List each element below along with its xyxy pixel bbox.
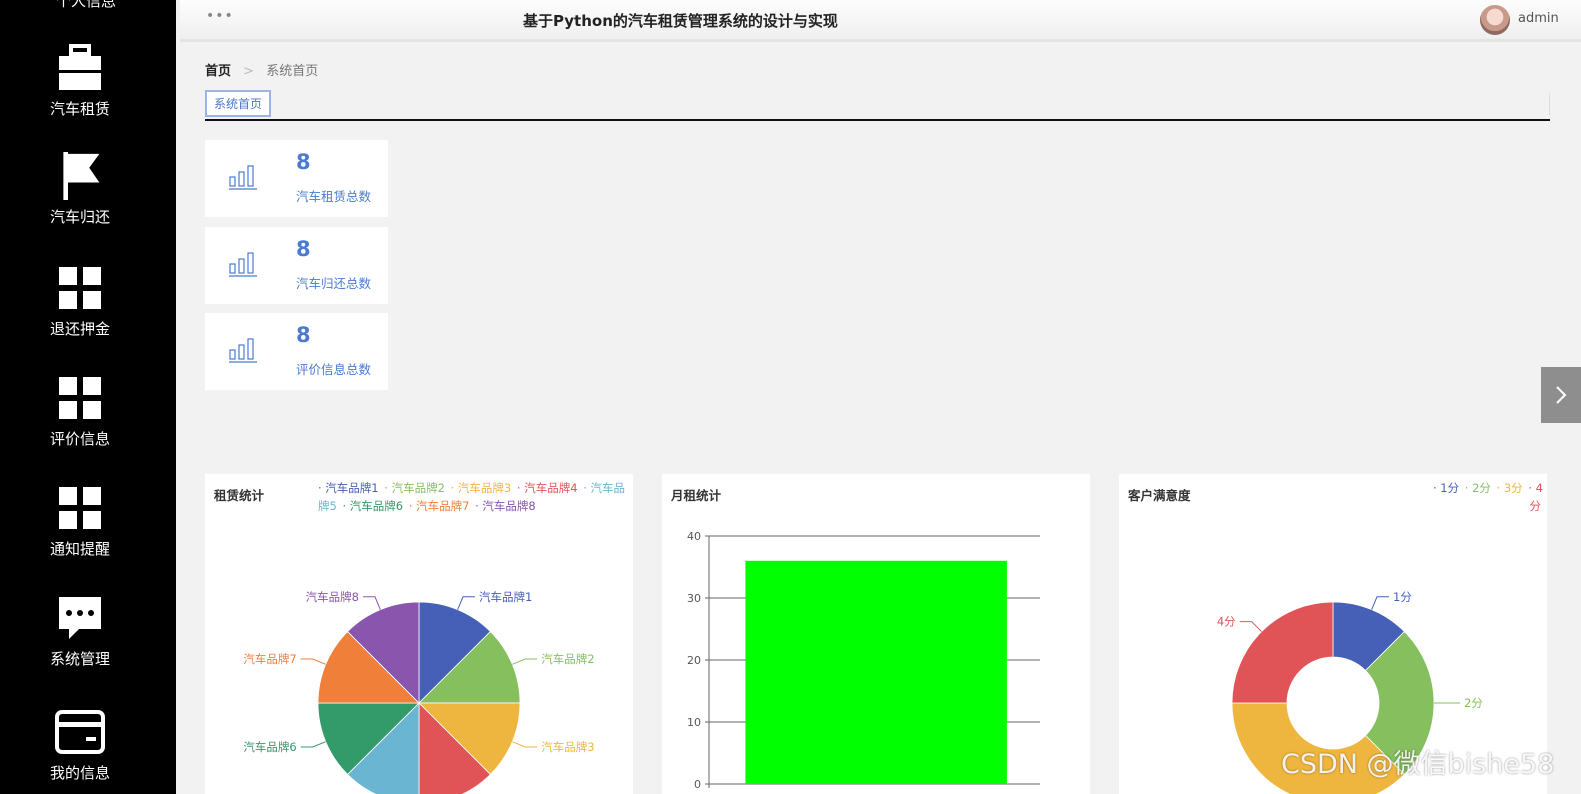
- breadcrumb-current: 系统首页: [266, 64, 319, 79]
- pie-slice: [1231, 601, 1334, 704]
- sidebar-item-label: 我的信息: [49, 764, 110, 782]
- legend-item[interactable]: · 汽车品牌7: [409, 499, 470, 513]
- legend-item[interactable]: · 汽车品牌4: [517, 481, 578, 495]
- pie-label: 汽车品牌3: [541, 740, 594, 754]
- sidebar-item-notifications[interactable]: 通知提醒: [0, 484, 160, 559]
- grid-icon: [59, 487, 101, 529]
- pie-label-line: [457, 596, 476, 610]
- bar-chart-icon: [229, 252, 257, 277]
- pie-label-line: [512, 741, 538, 748]
- pie-label-line: [362, 596, 381, 610]
- bar-chart-icon: [229, 338, 257, 363]
- rental-pie-chart: 汽车品牌1 汽车品牌2 汽车品牌3 汽车品牌6 汽车品牌7 汽车品牌8: [243, 590, 595, 794]
- tab-system-home[interactable]: 系统首页: [205, 90, 272, 117]
- tab-strip: 系统首页: [205, 90, 1550, 121]
- avatar[interactable]: [1480, 5, 1510, 35]
- stat-value: 8: [296, 237, 311, 261]
- sidebar-item-system-admin[interactable]: 系统管理: [0, 594, 160, 669]
- top-header: ••• 基于Python的汽车租赁管理系统的设计与实现 admin: [180, 0, 1581, 42]
- username[interactable]: admin: [1518, 11, 1559, 26]
- pie-label-line: [1371, 596, 1390, 610]
- sidebar-item-label: 汽车归还: [49, 208, 110, 226]
- sidebar-item-label: 系统管理: [49, 650, 110, 668]
- pie-label-line: [300, 658, 326, 665]
- chart-title: 月租统计: [671, 488, 722, 503]
- pie-label: 2分: [1464, 696, 1483, 710]
- sidebar-item-car-return[interactable]: 汽车归还: [0, 152, 160, 227]
- side-panel-toggle-button[interactable]: [1541, 367, 1581, 423]
- pie-label: 汽车品牌7: [243, 652, 296, 666]
- stat-card-returns: 8 汽车归还总数: [205, 227, 388, 304]
- legend-item[interactable]: · 1分: [1433, 481, 1459, 495]
- monthly-stats-panel: 0 10 20 30 40 月租统计: [662, 474, 1090, 794]
- sidebar-item-car-rental[interactable]: 汽车租赁: [0, 44, 160, 119]
- pie-label-line: [300, 741, 326, 748]
- pie-label: 1分: [1393, 590, 1412, 604]
- legend-item[interactable]: · 汽车品牌2: [384, 481, 445, 495]
- sidebar-item-label: 汽车租赁: [49, 100, 110, 118]
- pie-label: 汽车品牌8: [306, 590, 359, 604]
- grid-icon: [59, 267, 101, 309]
- stat-value: 8: [296, 150, 311, 174]
- menu-dots-icon[interactable]: •••: [206, 8, 234, 24]
- grid-icon: [59, 377, 101, 419]
- stat-value: 8: [296, 323, 311, 347]
- legend-item[interactable]: · 汽车品牌6: [342, 499, 403, 513]
- stat-card-reviews: 8 评价信息总数: [205, 313, 388, 390]
- legend-item[interactable]: · 汽车品牌3: [451, 481, 512, 495]
- y-tick-label: 20: [687, 654, 701, 667]
- chart-legend: · 汽车品牌1 · 汽车品牌2 · 汽车品牌3 · 汽车品牌4 · 汽车品牌5 …: [318, 479, 633, 515]
- briefcase-icon: [59, 44, 101, 90]
- breadcrumb-home[interactable]: 首页: [205, 64, 231, 79]
- legend-item[interactable]: · 4分: [1528, 481, 1543, 513]
- stat-card-rentals: 8 汽车租赁总数: [205, 140, 388, 217]
- legend-item[interactable]: · 汽车品牌8: [475, 499, 536, 513]
- watermark: CSDN @微信bishe58: [1281, 749, 1555, 780]
- bar-chart-icon: [229, 165, 257, 190]
- rental-stats-panel: 汽车品牌1 汽车品牌2 汽车品牌3 汽车品牌6 汽车品牌7 汽车品牌8 租赁统计 · 汽车…: [205, 474, 633, 794]
- sidebar-item-deposit-refund[interactable]: 退还押金: [0, 264, 160, 339]
- chat-icon: [59, 597, 101, 639]
- legend-item[interactable]: · 2分: [1465, 481, 1491, 495]
- sidebar-item-label: 评价信息: [49, 430, 110, 448]
- breadcrumb: 首页 > 系统首页: [205, 60, 318, 79]
- sidebar: 个人信息 汽车租赁 汽车归还 退还押金 评价信息 通知提醒 系统管理 我的信息: [0, 0, 176, 794]
- chart-legend: · 1分 · 2分 · 3分 · 4分: [1423, 479, 1543, 515]
- legend-item[interactable]: · 3分: [1497, 481, 1523, 495]
- sidebar-item-reviews[interactable]: 评价信息: [0, 374, 160, 449]
- breadcrumb-separator: >: [243, 64, 255, 79]
- sidebar-item-partial-label[interactable]: 个人信息: [56, 0, 116, 11]
- pie-label: 汽车品牌6: [243, 740, 296, 754]
- legend-item[interactable]: · 汽车品牌1: [318, 481, 379, 495]
- y-tick-label: 40: [687, 530, 701, 543]
- pie-label: 汽车品牌2: [541, 652, 594, 666]
- page-title: 基于Python的汽车租赁管理系统的设计与实现: [523, 12, 838, 30]
- card-icon: [55, 710, 105, 754]
- tab-strip-divider: [1549, 93, 1550, 115]
- chevron-right-icon: [1556, 386, 1567, 404]
- stat-label: 评价信息总数: [296, 362, 372, 377]
- y-tick-label: 0: [694, 778, 701, 791]
- y-tick-label: 30: [687, 592, 701, 605]
- sidebar-item-label: 退还押金: [49, 320, 110, 338]
- stat-label: 汽车租赁总数: [296, 189, 372, 204]
- monthly-bar-chart: 0 10 20 30 40: [687, 530, 1040, 791]
- flag-icon: [63, 152, 100, 200]
- sidebar-item-label: 通知提醒: [49, 540, 110, 558]
- pie-label: 4分: [1217, 615, 1236, 629]
- bar: [745, 560, 1007, 784]
- pie-label-line: [1239, 621, 1262, 632]
- sidebar-item-my-info[interactable]: 我的信息: [0, 708, 160, 783]
- pie-label-line: [512, 658, 538, 665]
- chart-title: 租赁统计: [214, 488, 265, 503]
- pie-label: 汽车品牌1: [479, 590, 532, 604]
- stat-label: 汽车归还总数: [296, 276, 372, 291]
- y-tick-label: 10: [687, 716, 701, 729]
- chart-title: 客户满意度: [1128, 488, 1191, 503]
